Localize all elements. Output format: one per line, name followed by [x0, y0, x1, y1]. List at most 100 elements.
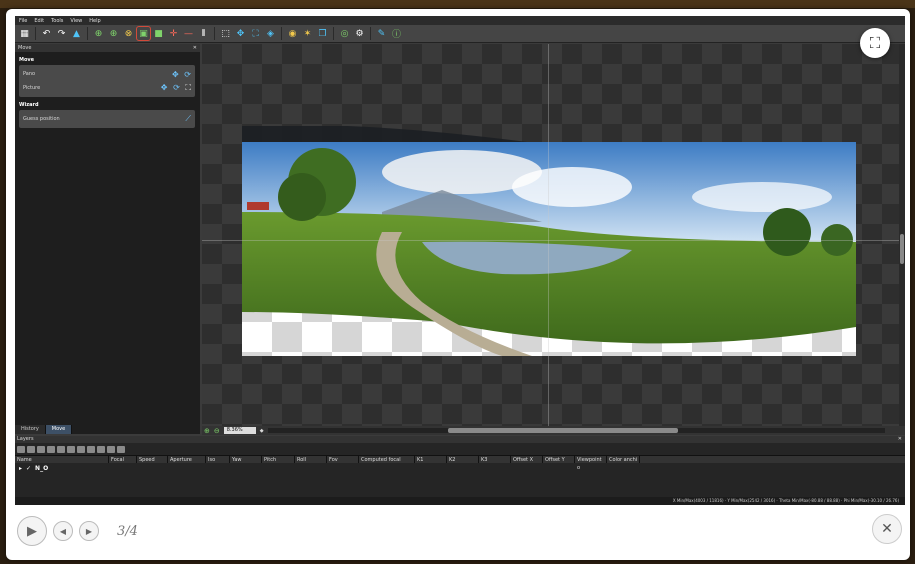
select-icon[interactable]: ⬚: [219, 27, 232, 40]
color-icon[interactable]: ✶: [301, 27, 314, 40]
move-picture-icon[interactable]: ✥: [161, 83, 168, 92]
column-k1[interactable]: K1: [415, 456, 447, 463]
horizon-icon[interactable]: ✛: [167, 27, 180, 40]
column-computed-focal[interactable]: Computed focal: [359, 456, 415, 463]
next-button[interactable]: ▶: [79, 521, 99, 541]
select-control-point-icon[interactable]: ⊗: [122, 27, 135, 40]
vertical-lines-icon[interactable]: ⦀: [197, 27, 210, 40]
column-roll[interactable]: Roll: [295, 456, 327, 463]
center-icon[interactable]: ◈: [264, 27, 277, 40]
layout-icon[interactable]: ▦: [18, 27, 31, 40]
panorama-image: [242, 142, 856, 356]
fullscreen-picture-icon[interactable]: ⛶: [185, 83, 191, 92]
viewport-horizontal-scroll-thumb[interactable]: [447, 428, 678, 433]
guess-position-label: Guess position: [23, 116, 60, 122]
panel-title-bar: Move ✕: [15, 44, 200, 52]
layer-tool-icon[interactable]: [87, 445, 95, 453]
layer-check-icon[interactable]: ✓: [26, 465, 31, 472]
close-button[interactable]: ✕: [872, 514, 902, 544]
gear-icon[interactable]: ⚙: [353, 27, 366, 40]
section-wizard-title: Wizard: [19, 102, 39, 108]
zoom-in-icon[interactable]: ⊕: [204, 427, 210, 435]
menu-edit[interactable]: Edit: [34, 18, 44, 24]
undo-icon[interactable]: ↶: [40, 27, 53, 40]
layers-close-icon[interactable]: ✕: [898, 436, 902, 443]
viewport-vertical-scroll-thumb[interactable]: [900, 234, 904, 264]
row-guess-position[interactable]: Guess position ⟋: [23, 112, 191, 126]
layer-tool-icon[interactable]: [77, 445, 85, 453]
column-color-anchor[interactable]: Color anchi: [607, 456, 640, 463]
menu-help[interactable]: Help: [89, 18, 100, 24]
wizard-box: Guess position ⟋: [19, 110, 195, 128]
render-icon[interactable]: ◎: [338, 27, 351, 40]
panorama-icon[interactable]: ▲: [70, 27, 83, 40]
column-k2[interactable]: K2: [447, 456, 479, 463]
magic-wand-icon[interactable]: ⟋: [185, 114, 191, 124]
column-viewpoint[interactable]: Viewpoint o: [575, 456, 607, 471]
chevron-right-icon: ▶: [85, 526, 93, 536]
layer-tool-icon[interactable]: [17, 445, 25, 453]
layers-icon[interactable]: ❐: [316, 27, 329, 40]
close-icon: ✕: [881, 521, 893, 537]
tab-move[interactable]: Move: [45, 425, 73, 434]
zoom-step-icon[interactable]: ◆: [260, 428, 264, 434]
column-speed[interactable]: Speed: [137, 456, 168, 463]
move-icon[interactable]: ✥: [234, 27, 247, 40]
layer-row[interactable]: ▸ ✓ N_O: [15, 463, 905, 473]
layer-tool-icon[interactable]: [37, 445, 45, 453]
zoom-out-icon[interactable]: ⊖: [214, 427, 220, 435]
layers-toolbar: [15, 443, 905, 455]
viewport-vertical-scrollbar[interactable]: [899, 44, 905, 426]
layer-expander-icon[interactable]: ▸: [19, 465, 22, 472]
column-pitch[interactable]: Pitch: [262, 456, 295, 463]
panel-close-icon[interactable]: ✕: [193, 45, 197, 51]
column-fov[interactable]: Fov: [327, 456, 359, 463]
rotate-pano-icon[interactable]: ⟳: [184, 70, 191, 79]
wrench-icon[interactable]: ✎: [375, 27, 388, 40]
column-offset-y[interactable]: Offset Y: [543, 456, 575, 463]
line-icon[interactable]: —: [182, 27, 195, 40]
previous-button[interactable]: ◀: [53, 521, 73, 541]
column-name[interactable]: Name: [15, 456, 109, 463]
panorama-viewport[interactable]: [202, 44, 905, 426]
column-offset-x[interactable]: Offset X: [511, 456, 543, 463]
tab-history[interactable]: History: [15, 425, 46, 434]
row-pano: Pano ✥ ⟳: [23, 67, 191, 81]
move-control-point-icon[interactable]: ⊕: [107, 27, 120, 40]
add-control-point-icon[interactable]: ⊕: [92, 27, 105, 40]
fullscreen-button[interactable]: ⛶: [860, 28, 890, 58]
column-yaw[interactable]: Yaw: [230, 456, 262, 463]
viewport-status-row: ⊕ ⊖ 8.36% ◆: [202, 426, 905, 435]
menu-view[interactable]: View: [70, 18, 82, 24]
layer-tool-icon[interactable]: [97, 445, 105, 453]
toolbar-separator: [370, 27, 371, 40]
layer-tool-icon[interactable]: [117, 445, 125, 453]
layers-title-bar: Layers ✕: [15, 436, 905, 443]
column-focal[interactable]: Focal: [109, 456, 137, 463]
move-pano-icon[interactable]: ✥: [172, 70, 179, 79]
column-k3[interactable]: K3: [479, 456, 511, 463]
menu-tools[interactable]: Tools: [51, 18, 63, 24]
layer-tool-icon[interactable]: [57, 445, 65, 453]
redo-icon[interactable]: ↷: [55, 27, 68, 40]
crosshair-vertical: [548, 44, 549, 426]
layer-tool-icon[interactable]: [47, 445, 55, 453]
zoom-input[interactable]: 8.36%: [223, 427, 256, 434]
crop-icon[interactable]: ▣: [136, 26, 151, 41]
layer-tool-icon[interactable]: [107, 445, 115, 453]
fit-icon[interactable]: ⛶: [249, 27, 262, 40]
layer-tool-icon[interactable]: [27, 445, 35, 453]
toolbar-separator: [281, 27, 282, 40]
menu-file[interactable]: File: [19, 18, 27, 24]
help-icon[interactable]: ⓘ: [390, 27, 403, 40]
viewport-horizontal-scrollbar[interactable]: [267, 428, 885, 433]
row-pano-icons: ✥ ⟳: [168, 70, 191, 79]
move-panel: Move ✕ Move Pano ✥ ⟳ Picture ✥ ⟳ ⛶ Wizar…: [15, 44, 200, 434]
column-iso[interactable]: Iso: [206, 456, 230, 463]
play-button[interactable]: ▶: [17, 516, 47, 546]
rotate-picture-icon[interactable]: ⟳: [173, 83, 180, 92]
column-aperture[interactable]: Aperture: [168, 456, 206, 463]
frame-icon[interactable]: ■: [152, 27, 165, 40]
auto-icon[interactable]: ◉: [286, 27, 299, 40]
layer-tool-icon[interactable]: [67, 445, 75, 453]
